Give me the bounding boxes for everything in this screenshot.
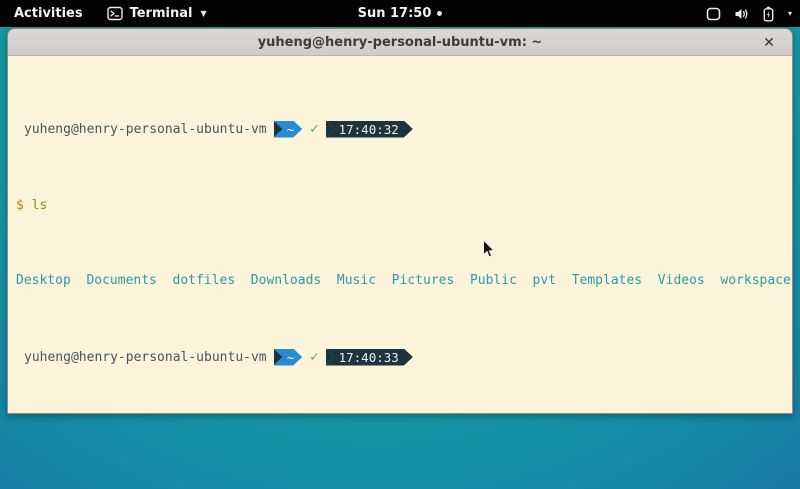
- time-badge: 17:40:32: [326, 121, 413, 138]
- cwd-badge: ~: [274, 121, 303, 138]
- terminal-icon: [107, 6, 123, 21]
- display-icon: [706, 7, 721, 21]
- status-check-icon: ✓: [310, 122, 318, 137]
- clock[interactable]: Sun 17:50: [358, 6, 432, 21]
- volume-icon: [734, 7, 750, 21]
- battery-charging-icon: [763, 6, 774, 22]
- prompt-char: $: [16, 198, 24, 213]
- time-badge: 17:40:33: [326, 349, 413, 366]
- terminal-content[interactable]: yuheng@henry-personal-ubuntu-vm ~ ✓ 17:4…: [8, 56, 792, 414]
- ls-output: Desktop Documents dotfiles Downloads Mus…: [16, 273, 791, 288]
- close-icon[interactable]: ✕: [758, 29, 780, 56]
- app-menu-terminal[interactable]: Terminal ▼: [107, 6, 207, 21]
- command-line: $ ls: [16, 198, 792, 213]
- app-menu-label: Terminal: [130, 6, 193, 21]
- gnome-top-bar: Activities Terminal ▼ Sun 17:50: [0, 0, 800, 27]
- status-check-icon: ✓: [310, 350, 318, 365]
- chevron-down-icon: ▾: [788, 9, 792, 18]
- prompt-user-host: yuheng@henry-personal-ubuntu-vm: [16, 122, 267, 137]
- ls-output-line: Desktop Documents dotfiles Downloads Mus…: [16, 273, 792, 288]
- time-label: 17:40:33: [326, 349, 413, 366]
- window-title: yuheng@henry-personal-ubuntu-vm: ~: [258, 35, 543, 50]
- command-text: ls: [32, 198, 48, 213]
- system-status-area[interactable]: ▾: [706, 0, 792, 27]
- time-label: 17:40:32: [326, 121, 413, 138]
- screen: Activities Terminal ▼ Sun 17:50: [0, 0, 800, 489]
- cwd-badge: ~: [274, 349, 303, 366]
- prompt-user-host: yuheng@henry-personal-ubuntu-vm: [16, 350, 267, 365]
- prompt-line: yuheng@henry-personal-ubuntu-vm ~ ✓ 17:4…: [16, 120, 792, 138]
- chevron-down-icon: ▼: [200, 9, 206, 18]
- terminal-window: yuheng@henry-personal-ubuntu-vm: ~ ✕ yuh…: [7, 28, 793, 414]
- activities-button[interactable]: Activities: [10, 6, 87, 21]
- desktop-background: yuheng@henry-personal-ubuntu-vm: ~ ✕ yuh…: [0, 27, 800, 489]
- window-titlebar[interactable]: yuheng@henry-personal-ubuntu-vm: ~ ✕: [8, 29, 792, 56]
- prompt-line: yuheng@henry-personal-ubuntu-vm ~ ✓ 17:4…: [16, 348, 792, 366]
- notification-dot: [437, 11, 442, 16]
